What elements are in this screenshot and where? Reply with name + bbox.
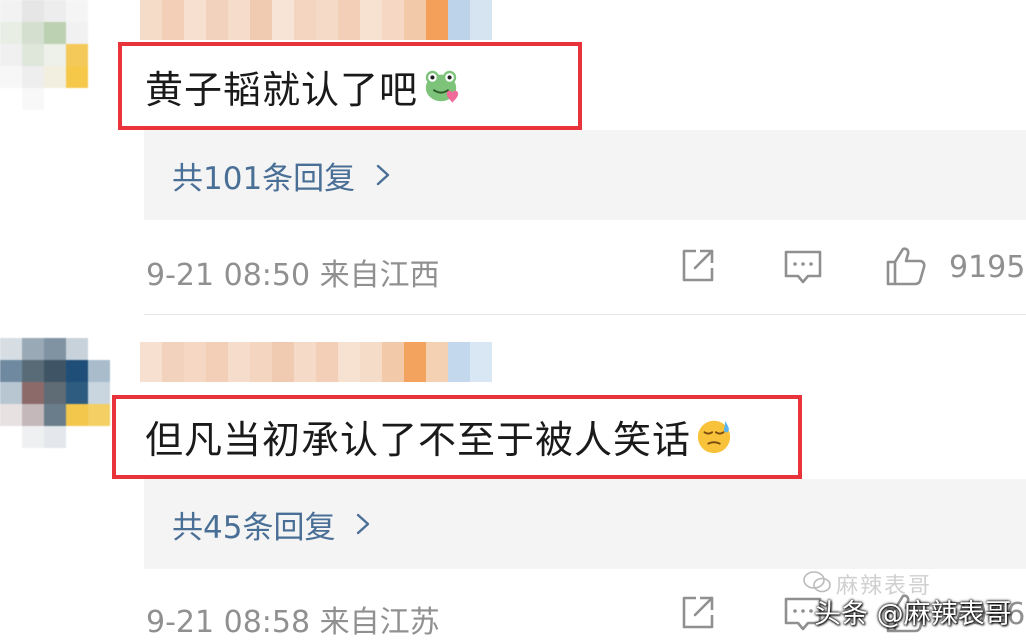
share-icon[interactable] bbox=[676, 591, 720, 635]
watermark-toutiao: 头条 @麻辣表哥 bbox=[814, 599, 1012, 630]
divider bbox=[144, 314, 1026, 315]
username-blurred[interactable] bbox=[140, 0, 492, 40]
time-location: 9-21 08:50 来自江西 bbox=[146, 258, 440, 293]
frog-heart-emoji-icon bbox=[425, 70, 459, 104]
reply-panel: 共101条回复 bbox=[144, 130, 1026, 220]
view-replies-link[interactable]: 共101条回复 bbox=[172, 153, 393, 198]
view-replies-label: 共45条回复 bbox=[172, 509, 336, 546]
view-replies-link[interactable]: 共45条回复 bbox=[172, 502, 373, 547]
watermark: 麻辣表哥 头条 @麻辣表哥 bbox=[796, 562, 1026, 642]
username-blurred[interactable] bbox=[140, 342, 492, 382]
comment-feed: 黄子韬就认了吧 共101条回复 9-21 08:50 来自江西 9195 但凡当… bbox=[0, 0, 1026, 642]
avatar[interactable] bbox=[0, 338, 110, 448]
thumbs-up-icon[interactable] bbox=[884, 244, 928, 288]
comment-text: 黄子韬就认了吧 bbox=[145, 58, 460, 114]
comment-content: 黄子韬就认了吧 bbox=[145, 67, 419, 112]
chevron-right-icon bbox=[376, 164, 390, 186]
comment-meta: 9-21 08:50 来自江西 9195 bbox=[146, 244, 1026, 294]
chevron-right-icon bbox=[357, 513, 370, 535]
time-location: 9-21 08:58 来自江苏 bbox=[146, 605, 440, 640]
comment-content: 但凡当初承认了不至于被人笑话 bbox=[145, 417, 692, 462]
sweat-face-emoji-icon bbox=[697, 420, 731, 454]
avatar[interactable] bbox=[0, 0, 110, 110]
view-replies-label: 共101条回复 bbox=[172, 160, 356, 197]
wechat-icon bbox=[803, 571, 831, 593]
reply-panel: 共45条回复 bbox=[144, 479, 1026, 569]
share-icon[interactable] bbox=[676, 244, 720, 288]
comment-text: 但凡当初承认了不至于被人笑话 bbox=[145, 408, 733, 464]
like-count: 9195 bbox=[949, 250, 1026, 285]
comment-icon[interactable] bbox=[781, 244, 825, 288]
